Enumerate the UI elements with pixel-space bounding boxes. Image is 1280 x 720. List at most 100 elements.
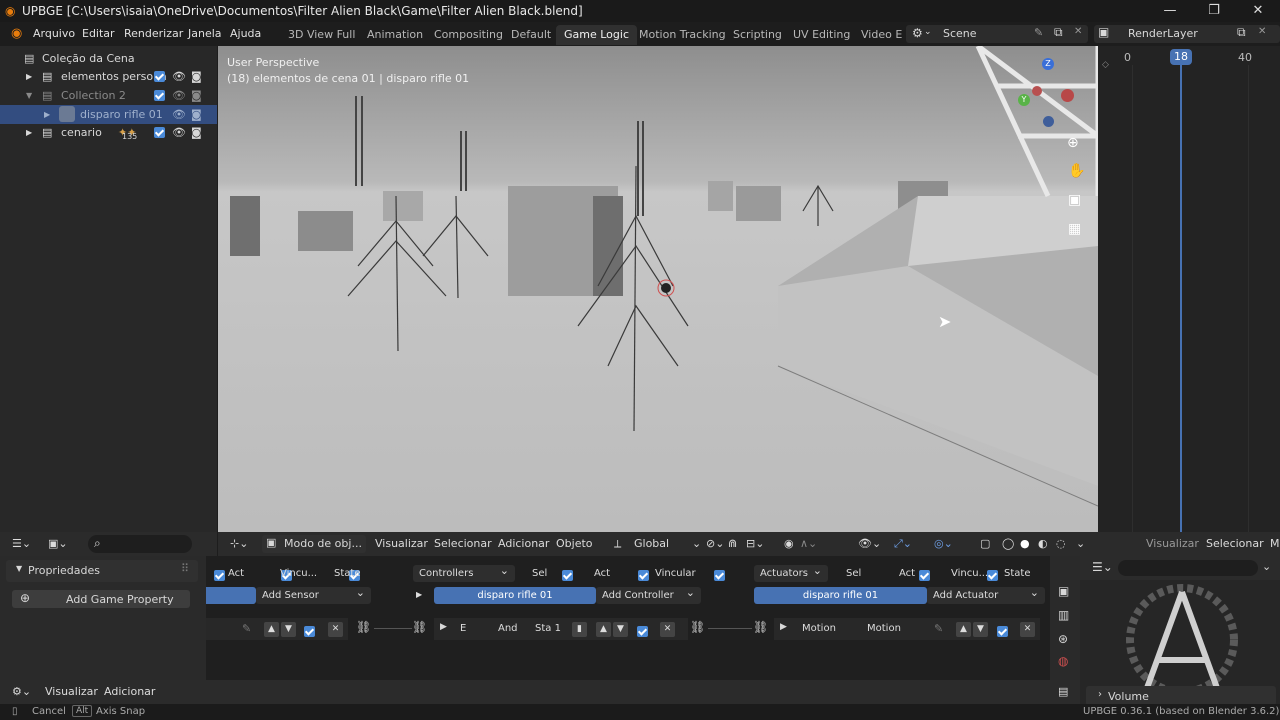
controller-link-checkbox[interactable] [713, 569, 725, 581]
expand-arrow-icon[interactable]: ▶ [780, 622, 787, 632]
menu-adicionar[interactable]: Adicionar [498, 537, 549, 550]
xray-icon[interactable]: ▢ [980, 537, 990, 550]
expand-arrow-icon[interactable]: › [1098, 689, 1102, 700]
move-up-icon[interactable]: ▲ [264, 622, 279, 637]
overlay-toggle-icon[interactable]: ◎⌄ [934, 537, 953, 550]
menu-ajuda[interactable]: Ajuda [230, 27, 261, 40]
menu-selecionar-right[interactable]: Selecionar [1206, 537, 1264, 550]
shading-solid-icon[interactable]: ● [1020, 537, 1030, 550]
camera-icon[interactable]: ◙ [191, 126, 202, 139]
collapse-arrow-icon[interactable]: ▼ [26, 91, 32, 100]
add-controller-dropdown[interactable]: Add Controller [596, 584, 701, 604]
filter-icon[interactable]: ▣⌄ [48, 537, 68, 550]
chevron-down-icon[interactable]: ⌄ [1076, 537, 1085, 550]
menu-arquivo[interactable]: Arquivo [33, 27, 75, 40]
add-sensor-dropdown[interactable]: Add Sensor [256, 584, 371, 604]
bookmark-icon[interactable]: ▮ [572, 622, 587, 637]
orientation-selector[interactable]: Global [634, 537, 669, 550]
volume-panel-header[interactable]: › Volume [1086, 686, 1276, 706]
controller-object-field[interactable]: disparo rifle 01 [434, 587, 596, 604]
gizmo-z-axis[interactable]: Z [1042, 58, 1054, 70]
link-icon[interactable]: ⛓ [356, 620, 371, 634]
tab-video-editing[interactable]: Video E [853, 25, 910, 45]
pivot-icon[interactable]: ⊘⌄ [706, 537, 724, 550]
trash-icon[interactable]: ▤ [1058, 685, 1068, 698]
tab-animation[interactable]: Animation [359, 25, 431, 45]
sensor-act-checkbox[interactable] [214, 569, 225, 581]
new-scene-icon[interactable]: ⧉ [1054, 25, 1063, 40]
logic-editor[interactable]: Act Vincu... State Add Sensor ✎ ▲ ▼ ✕ ⛓ … [206, 556, 1132, 680]
gizmo-neg-x-axis[interactable] [1032, 86, 1042, 96]
chevron-down-icon[interactable]: ⌄ [1262, 560, 1271, 573]
actuator-row[interactable]: ▶ Motion Motion ✎ ▲ ▼ ✕ [774, 618, 1040, 640]
link-icon[interactable]: ⛓ [690, 620, 705, 634]
camera-view-icon[interactable]: ▣ [1068, 192, 1081, 208]
eye-icon[interactable]: 👁 [172, 70, 186, 83]
add-game-property-button[interactable]: ⊕ Add Game Property [12, 590, 190, 608]
actuator-act-checkbox[interactable] [986, 569, 998, 581]
scene-selector[interactable]: ⚙ ⌄ Scene ✎ ⧉ ✕ [906, 25, 1088, 43]
menu-visualizar-bottom[interactable]: Visualizar [45, 685, 98, 698]
controller-active-checkbox[interactable] [637, 625, 648, 637]
search-input[interactable]: ⌕ [88, 535, 192, 553]
chevron-down-icon[interactable]: ⌄ [692, 537, 701, 550]
controller-sel-checkbox[interactable] [561, 569, 573, 581]
visibility-icon[interactable]: 👁⌄ [858, 537, 881, 550]
tab-motion-tracking[interactable]: Motion Tracking [631, 25, 734, 45]
ortho-grid-icon[interactable]: ▦ [1068, 221, 1081, 237]
menu-selecionar[interactable]: Selecionar [434, 537, 492, 550]
falloff-icon[interactable]: ∧⌄ [800, 537, 817, 550]
blender-logo-icon[interactable]: ◉ [11, 26, 22, 41]
delete-sensor-icon[interactable]: ✕ [328, 622, 343, 637]
delete-scene-icon[interactable]: ✕ [1074, 26, 1082, 37]
menu-editar[interactable]: Editar [82, 27, 115, 40]
close-button[interactable]: ✕ [1236, 0, 1280, 22]
link-icon[interactable]: ⛓ [412, 620, 427, 634]
tab-uv-editing[interactable]: UV Editing [785, 25, 858, 45]
world-tab-icon[interactable]: ◍ [1058, 654, 1068, 668]
expand-arrow-icon[interactable]: ▶ [416, 590, 422, 599]
gizmo-x-axis[interactable] [1061, 89, 1074, 102]
menu-visualizar-right[interactable]: Visualizar [1146, 537, 1199, 550]
eye-icon[interactable]: 👁 [172, 89, 186, 102]
controllers-dropdown[interactable]: Controllers [413, 562, 515, 582]
move-down-icon[interactable]: ▼ [281, 622, 296, 637]
camera-icon[interactable]: ◙ [191, 70, 202, 83]
actuators-dropdown[interactable]: Actuators [754, 562, 828, 582]
exclude-checkbox[interactable] [154, 127, 165, 138]
tab-game-logic[interactable]: Game Logic [556, 25, 637, 45]
delete-layer-icon[interactable]: ✕ [1258, 26, 1266, 37]
menu-renderizar[interactable]: Renderizar [124, 27, 183, 40]
shading-material-icon[interactable]: ◐ [1038, 537, 1048, 550]
outliner-item[interactable]: ▶ ▤ elementos persona 👁 ◙ [0, 67, 217, 86]
move-down-icon[interactable]: ▼ [613, 622, 628, 637]
add-actuator-dropdown[interactable]: Add Actuator [927, 584, 1045, 604]
properties-header[interactable]: ▼ Propriedades ⠿ [6, 560, 198, 582]
editor-type-icon[interactable]: ⚙⌄ [12, 685, 31, 698]
actuator-sel-checkbox[interactable] [919, 569, 930, 581]
render-layer-selector[interactable]: ▣ RenderLayer ⧉ ✕ [1094, 25, 1280, 43]
menu-visualizar[interactable]: Visualizar [375, 537, 428, 550]
expand-arrow-icon[interactable]: ▶ [26, 72, 32, 81]
outliner-item[interactable]: ▶ ▤ cenario ✦✦ 135 👁 ◙ [0, 123, 217, 142]
sensor-active-checkbox[interactable] [304, 625, 315, 637]
expand-arrow-icon[interactable]: ▶ [26, 128, 32, 137]
display-mode-icon[interactable]: ☰⌄ [12, 537, 31, 550]
gizmo-neg-z-axis[interactable] [1043, 116, 1054, 127]
shading-wireframe-icon[interactable]: ◯ [1002, 537, 1014, 550]
actuator-active-checkbox[interactable] [997, 625, 1008, 637]
pan-hand-icon[interactable]: ✋ [1068, 163, 1085, 179]
shading-rendered-icon[interactable]: ◌ [1056, 537, 1066, 550]
move-down-icon[interactable]: ▼ [973, 622, 988, 637]
eye-icon[interactable]: 👁 [172, 126, 186, 139]
menu-adicionar-bottom[interactable]: Adicionar [104, 685, 155, 698]
outliner-item-selected[interactable]: ▶ disparo rifle 01 👁 ◙ [0, 105, 217, 124]
outliner-item[interactable]: ▼ ▤ Collection 2 👁 ◙ [0, 86, 217, 105]
minimize-button[interactable]: — [1148, 0, 1192, 22]
link-icon[interactable]: ⛓ [753, 620, 768, 634]
pin-icon[interactable]: ✎ [1034, 26, 1043, 39]
menu-janela[interactable]: Janela [188, 27, 222, 40]
physics-tab-icon[interactable]: ⊛ [1058, 632, 1068, 646]
expand-arrow-icon[interactable]: ▶ [440, 622, 447, 632]
eye-icon[interactable]: 👁 [172, 108, 186, 121]
